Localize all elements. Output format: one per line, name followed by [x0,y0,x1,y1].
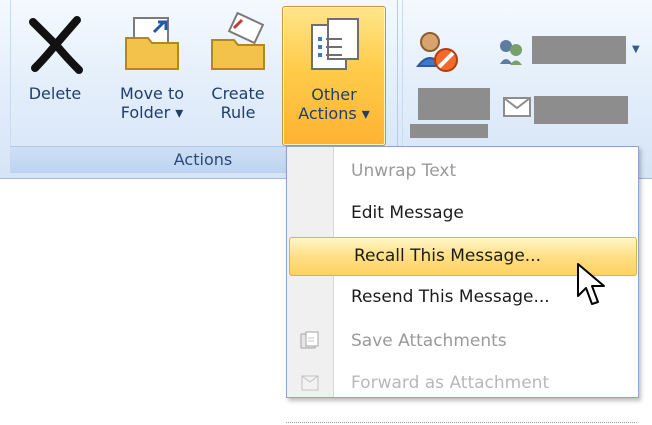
menu-item-label: Save Attachments [351,331,507,351]
menu-item-label: Forward as Attachment [351,373,550,393]
delete-x-icon [29,16,83,74]
menu-item-unwrap-text[interactable]: Unwrap Text [287,153,638,190]
mail-icon[interactable] [500,92,534,122]
other-actions-icon [311,18,359,70]
redacted-field [532,36,626,64]
create-rule-icon [211,12,265,70]
people-icon[interactable] [496,36,526,66]
menu-item-edit-message[interactable]: Edit Message [287,195,638,232]
menu-item-label: Recall This Message... [354,246,541,266]
move-to-folder-button[interactable]: Move to Folder ▾ [106,6,198,144]
move-label-2: Folder ▾ [120,103,184,122]
other-actions-button[interactable]: Other Actions ▾ [282,6,386,146]
menu-item-save-attachments[interactable]: Save Attachments [287,323,638,360]
redacted-block-3 [410,124,488,138]
save-attachments-icon [300,331,319,349]
redacted-block-2 [534,96,628,124]
create-rule-button[interactable]: Create Rule [202,6,274,144]
mouse-pointer-icon [577,263,605,305]
menu-item-forward-attachment[interactable]: Forward as Attachment [287,365,638,397]
move-folder-icon [125,17,179,70]
create-label-2: Rule [220,103,256,122]
redacted-block-1 [418,88,490,120]
block-sender-icon[interactable] [412,26,462,76]
menu-item-label: Resend This Message... [351,287,550,307]
create-label-1: Create [211,84,265,103]
menu-item-label: Edit Message [351,203,464,223]
other-label-1: Other [311,85,357,104]
forward-attachment-icon [301,375,319,391]
move-label-1: Move to [119,84,185,103]
other-label-2: Actions ▾ [298,104,370,123]
delete-button[interactable]: Delete [18,6,92,144]
delete-label: Delete [28,84,82,103]
chevron-down-icon[interactable]: ▼ [632,44,642,55]
menu-divider [286,422,637,423]
menu-item-label: Unwrap Text [351,161,457,181]
